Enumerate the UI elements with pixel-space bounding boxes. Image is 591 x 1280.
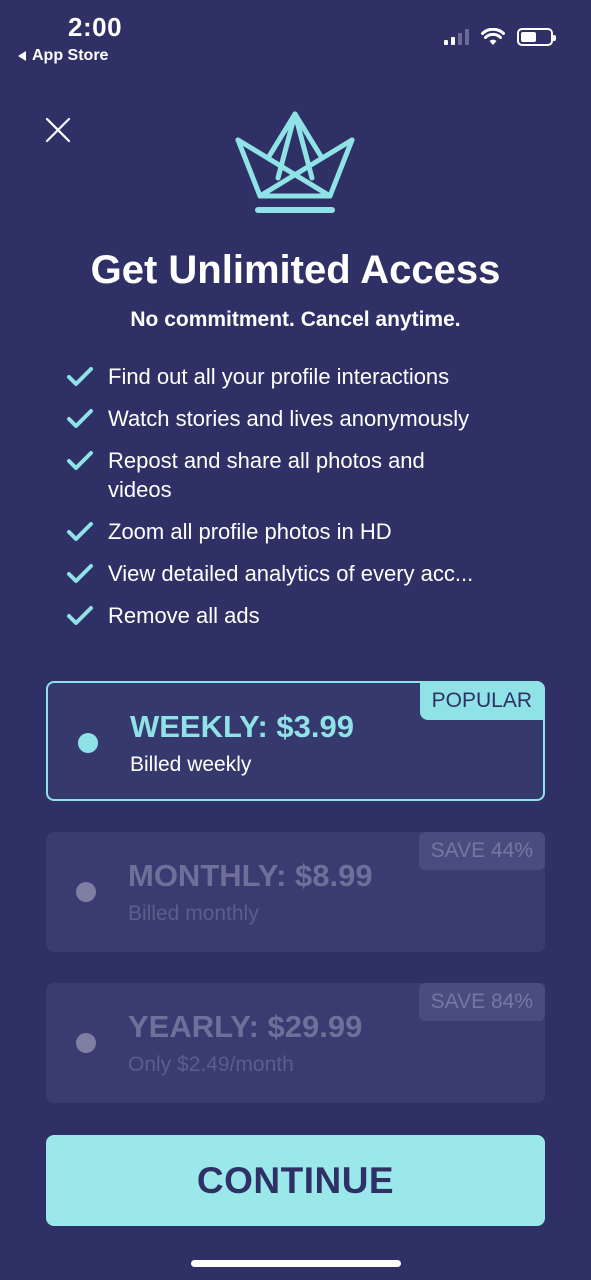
radio-unselected-icon: [76, 1033, 96, 1053]
back-arrow-icon: [18, 51, 26, 61]
check-icon: [67, 409, 93, 428]
plan-description: Only $2.49/month: [128, 1053, 294, 1076]
plan-name: MONTHLY: $8.99: [128, 858, 373, 893]
feature-item: Repost and share all photos and videos: [66, 446, 546, 504]
radio-unselected-icon: [76, 882, 96, 902]
paywall-screen: 2:00 App Store Get Unlimited Access No c…: [0, 0, 591, 1280]
feature-text: Watch stories and lives anonymously: [108, 406, 470, 431]
feature-item: Watch stories and lives anonymously: [66, 404, 546, 433]
feature-text: Repost and share all photos and videos: [108, 448, 425, 502]
plan-badge: POPULAR: [419, 682, 544, 720]
feature-list: Find out all your profile interactions W…: [66, 362, 546, 643]
plan-option-yearly[interactable]: YEARLY: $29.99 Only $2.49/month SAVE 84%: [46, 983, 545, 1103]
feature-item: Find out all your profile interactions: [66, 362, 546, 391]
plan-badge: SAVE 44%: [418, 832, 545, 870]
radio-selected-icon: [78, 733, 98, 753]
cellular-signal-icon: [444, 29, 469, 45]
plan-badge: SAVE 84%: [418, 983, 545, 1021]
feature-item: Remove all ads: [66, 601, 546, 630]
status-indicators: [444, 28, 556, 46]
battery-icon: [517, 28, 556, 46]
close-icon: [45, 117, 71, 143]
check-icon: [67, 606, 93, 625]
plan-name: WEEKLY: $3.99: [130, 709, 354, 744]
page-subtitle: No commitment. Cancel anytime.: [130, 308, 461, 331]
home-indicator[interactable]: [191, 1260, 401, 1267]
feature-text: Remove all ads: [108, 603, 260, 628]
plan-option-weekly[interactable]: WEEKLY: $3.99 Billed weekly POPULAR: [46, 681, 545, 801]
back-label: App Store: [32, 47, 109, 64]
feature-text: Find out all your profile interactions: [108, 364, 450, 389]
wifi-icon: [481, 28, 505, 45]
back-to-app-store[interactable]: App Store: [18, 47, 108, 65]
check-icon: [67, 564, 93, 583]
plan-option-monthly[interactable]: MONTHLY: $8.99 Billed monthly SAVE 44%: [46, 832, 545, 952]
check-icon: [67, 522, 93, 541]
plan-description: Billed weekly: [130, 753, 252, 776]
continue-button[interactable]: CONTINUE: [46, 1135, 545, 1226]
crown-icon: [235, 111, 355, 213]
check-icon: [67, 451, 93, 470]
plan-name: YEARLY: $29.99: [128, 1009, 363, 1044]
close-button[interactable]: [44, 116, 72, 144]
page-title: Get Unlimited Access: [90, 248, 501, 292]
check-icon: [67, 367, 93, 386]
feature-item: View detailed analytics of every acc...: [66, 559, 546, 588]
feature-item: Zoom all profile photos in HD: [66, 517, 546, 546]
feature-text: Zoom all profile photos in HD: [108, 519, 392, 544]
plan-description: Billed monthly: [128, 902, 259, 925]
status-time: 2:00: [68, 12, 123, 42]
feature-text: View detailed analytics of every acc...: [108, 561, 474, 586]
